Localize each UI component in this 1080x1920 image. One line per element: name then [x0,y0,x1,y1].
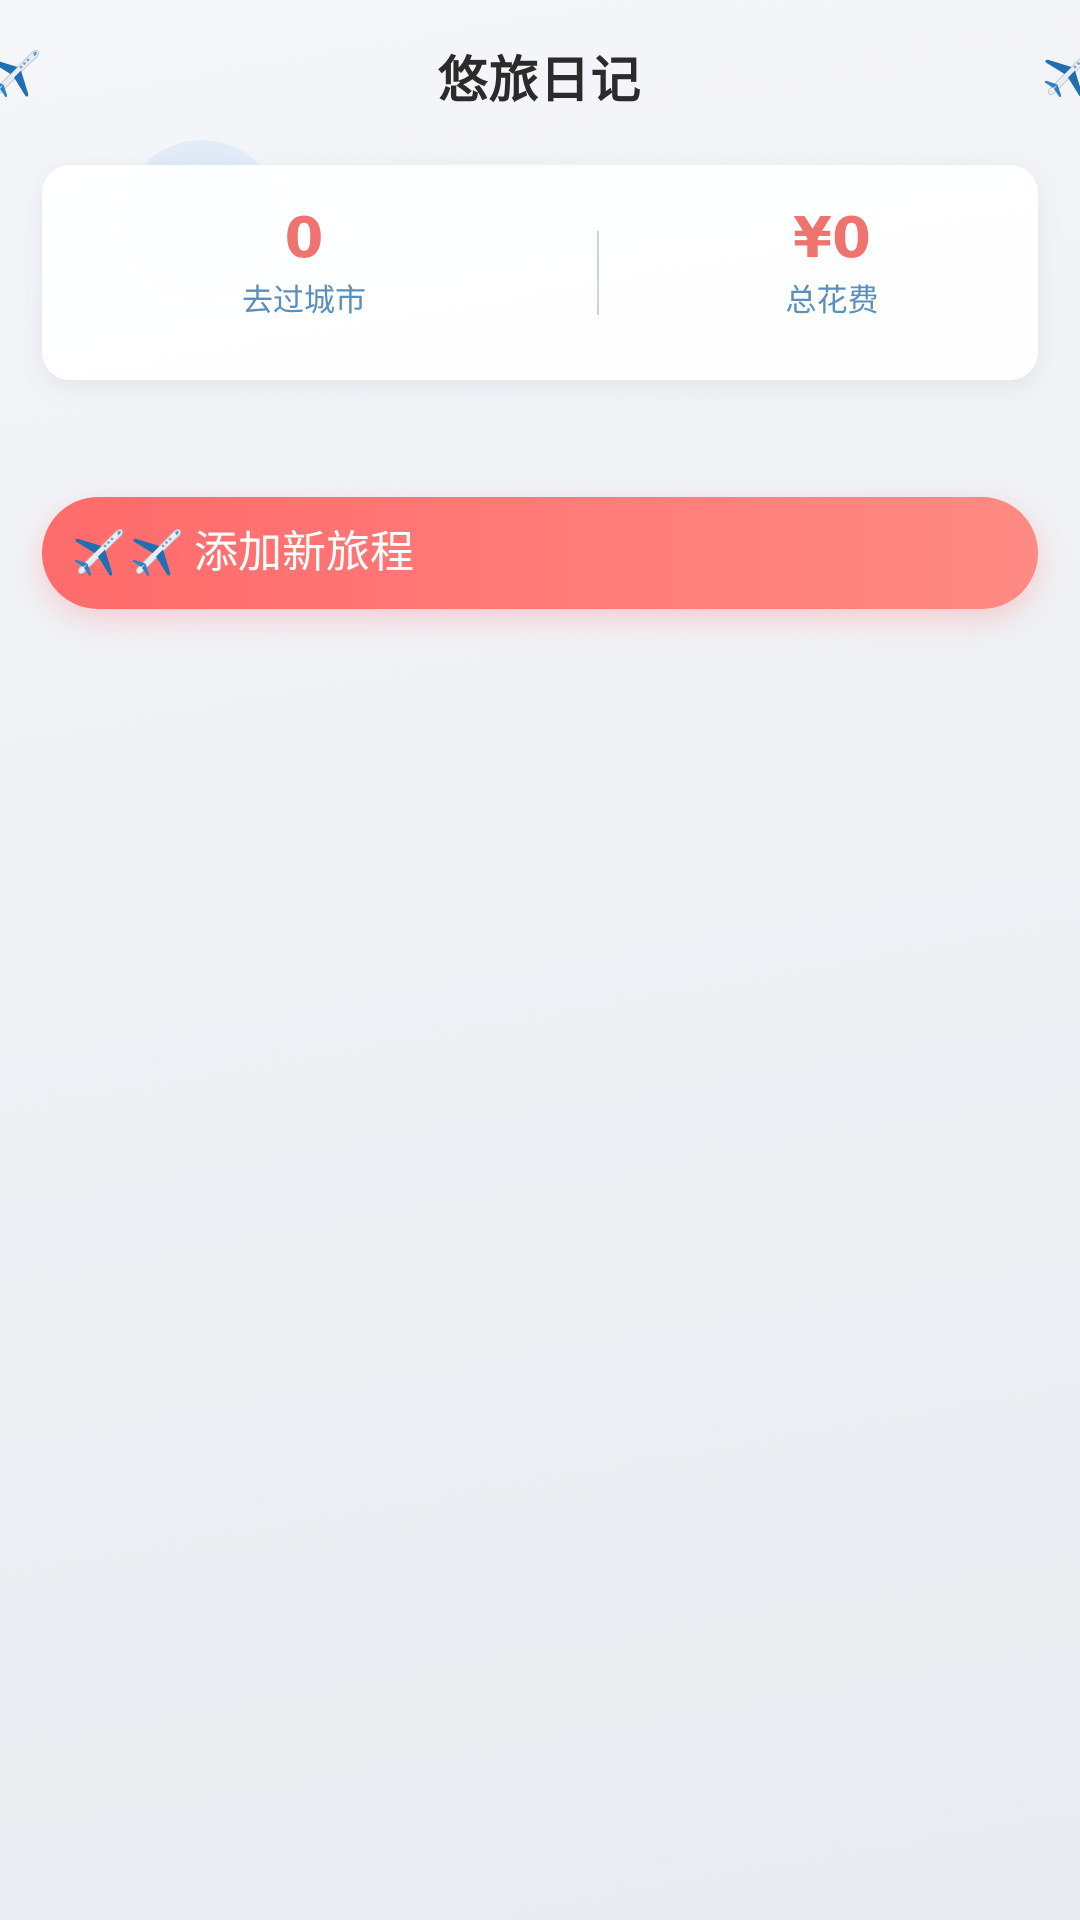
cost-stat: ¥0 总花费 [682,207,982,321]
cities-stat: 0 去过城市 [154,207,454,321]
total-cost: ¥0 [793,206,871,271]
stats-card: 0 去过城市 ¥0 总花费 [42,165,1038,380]
add-trip-label: 添加新旅程 [194,527,414,578]
page-title: 悠旅日记 [438,51,642,109]
add-trip-button[interactable]: 添加新旅程 [42,497,1038,609]
airplane-icon [128,525,184,581]
button-icons [70,525,186,581]
cities-label: 去过城市 [242,283,366,319]
cities-count: 0 [284,206,324,271]
cost-label: 总花费 [785,283,879,319]
airplane-icon [1040,46,1080,102]
app-header: 悠旅日记 [0,0,1080,150]
stats-divider [597,231,599,315]
airplane-icon [70,525,126,581]
